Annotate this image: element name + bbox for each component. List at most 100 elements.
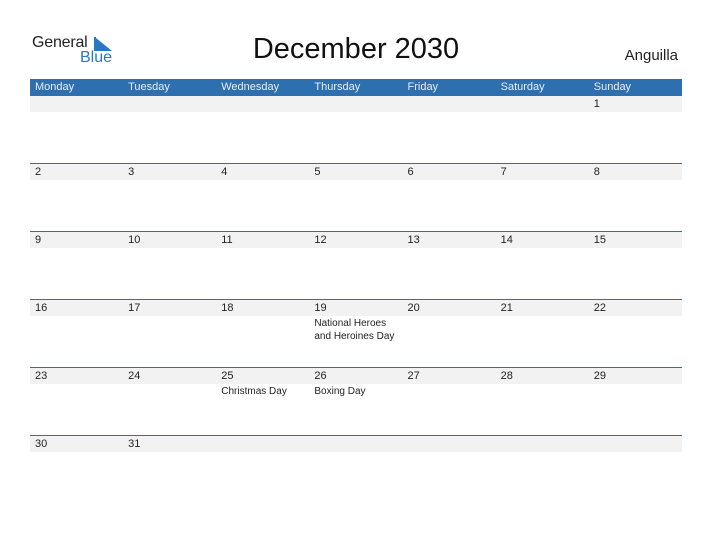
page-title: December 2030	[252, 33, 460, 65]
day-number: 10	[128, 234, 141, 246]
day-cell	[216, 436, 309, 452]
day-number: 25	[221, 370, 234, 382]
day-number: 29	[593, 370, 606, 382]
day-cell: 16	[30, 300, 123, 343]
day-cell	[403, 96, 496, 112]
day-cell	[309, 436, 402, 452]
day-number	[221, 436, 309, 452]
day-number: 28	[500, 370, 513, 382]
day-number	[221, 96, 309, 112]
day-number	[501, 96, 589, 112]
day-cell: 14	[496, 232, 589, 248]
holiday-label: Boxing Day	[314, 386, 366, 397]
day-number: 24	[128, 370, 141, 382]
day-cell	[216, 96, 309, 112]
day-cell: 1	[589, 96, 682, 112]
weekday-tuesday: Tuesday	[128, 81, 170, 93]
weekday-friday: Friday	[407, 81, 439, 93]
day-cell: 26 Boxing Day	[309, 368, 402, 398]
day-number: 14	[500, 234, 513, 246]
day-cell: 3	[123, 164, 216, 180]
day-cell: 23	[30, 368, 123, 398]
day-number: 21	[500, 302, 513, 314]
day-cell: 27	[403, 368, 496, 398]
day-number	[314, 436, 402, 452]
day-cell: 9	[30, 232, 123, 248]
week-cells: 16 17 18 19 National Heroes and Heroines Day…	[30, 300, 682, 343]
day-number: 12	[314, 234, 327, 246]
day-number: 26	[314, 370, 327, 382]
day-cell: 13	[403, 232, 496, 248]
weekday-wednesday: Wednesday	[221, 81, 280, 93]
calendar: Monday Tuesday Wednesday Thursday Friday…	[30, 79, 682, 503]
day-cell: 17	[123, 300, 216, 343]
day-number: 7	[500, 166, 507, 178]
day-number	[408, 96, 496, 112]
day-number	[501, 436, 589, 452]
country-label: Anguilla	[624, 47, 678, 64]
day-number: 31	[128, 438, 141, 450]
day-cell: 7	[496, 164, 589, 180]
day-cell	[496, 96, 589, 112]
day-cell: 4	[216, 164, 309, 180]
day-cell	[309, 96, 402, 112]
day-cell	[589, 436, 682, 452]
day-number: 13	[407, 234, 420, 246]
day-number	[594, 436, 682, 452]
day-cell	[403, 436, 496, 452]
day-number: 1	[593, 98, 600, 110]
day-number: 2	[35, 166, 42, 178]
day-number: 6	[407, 166, 414, 178]
day-cell	[496, 436, 589, 452]
day-number: 23	[35, 370, 48, 382]
day-cell: 22	[589, 300, 682, 343]
week-row: 1	[30, 96, 682, 163]
day-number: 11	[221, 234, 233, 246]
day-number: 20	[407, 302, 420, 314]
holiday-label: National Heroes and Heroines Day	[314, 318, 395, 342]
week-row: 16 17 18 19 National Heroes and Heroines Day…	[30, 299, 682, 367]
day-cell: 31	[123, 436, 216, 452]
day-cell: 18	[216, 300, 309, 343]
day-cell	[30, 96, 123, 112]
weekday-header: Monday Tuesday Wednesday Thursday Friday…	[30, 79, 682, 96]
day-cell: 11	[216, 232, 309, 248]
day-cell: 2	[30, 164, 123, 180]
day-number: 19	[314, 302, 327, 314]
day-cell: 15	[589, 232, 682, 248]
day-number: 15	[593, 234, 606, 246]
day-cell: 12	[309, 232, 402, 248]
weekday-monday: Monday	[35, 81, 75, 93]
week-cells: 9 10 11 12 13 14 15	[30, 232, 682, 248]
day-number: 18	[221, 302, 234, 314]
week-cells: 1	[30, 96, 682, 112]
day-cell: 19 National Heroes and Heroines Day	[309, 300, 402, 343]
week-cells: 30 31	[30, 436, 682, 452]
day-number: 9	[35, 234, 42, 246]
weekday-sunday: Sunday	[593, 81, 632, 93]
day-number	[408, 436, 496, 452]
day-number: 5	[314, 166, 321, 178]
day-number: 3	[128, 166, 135, 178]
day-cell: 5	[309, 164, 402, 180]
day-cell: 6	[403, 164, 496, 180]
holiday-label: Christmas Day	[221, 386, 287, 397]
day-cell: 25 Christmas Day	[216, 368, 309, 398]
day-number: 16	[35, 302, 48, 314]
day-number	[314, 96, 402, 112]
weeks-container: 1 2 3 4 5 6 7 8 9 10 11 12 13 14 15 16 17 18 19 National He…	[30, 96, 682, 503]
week-row: 30 31	[30, 435, 682, 503]
day-number	[128, 96, 216, 112]
weekday-saturday: Saturday	[500, 81, 545, 93]
day-cell: 24	[123, 368, 216, 398]
day-number	[35, 96, 123, 112]
day-number: 4	[221, 166, 228, 178]
day-cell: 8	[589, 164, 682, 180]
week-row: 9 10 11 12 13 14 15	[30, 231, 682, 299]
week-cells: 23 24 25 Christmas Day 26 Boxing Day 27 28 29	[30, 368, 682, 398]
day-number: 30	[35, 438, 48, 450]
day-cell: 30	[30, 436, 123, 452]
day-number: 17	[128, 302, 141, 314]
day-cell: 10	[123, 232, 216, 248]
day-cell: 29	[589, 368, 682, 398]
